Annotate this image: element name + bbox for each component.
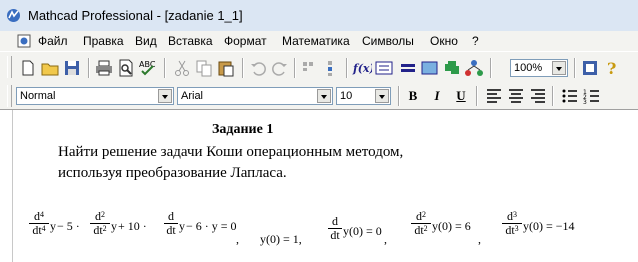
align-left-icon[interactable]: [484, 86, 504, 106]
svg-text:3: 3: [583, 99, 587, 106]
align-right-icon[interactable]: [528, 86, 548, 106]
y-term-2: y: [111, 219, 117, 233]
italic-button[interactable]: I: [428, 87, 446, 105]
align-down-icon[interactable]: [322, 58, 342, 78]
d-dt-fraction: d dt: [164, 210, 178, 237]
resource-center-icon[interactable]: [580, 58, 600, 78]
d4-dt4-fraction: d4 dt4: [29, 210, 49, 237]
d2-dt2-fraction: d2 dt2: [90, 210, 110, 237]
style-value: Normal: [20, 90, 56, 102]
ic3-d2-dt2-fraction: d2 dt2: [411, 210, 431, 237]
cut-icon[interactable]: [172, 58, 192, 78]
ic2-d-numerator: d: [332, 214, 338, 228]
insert-function-icon[interactable]: f(x): [352, 58, 372, 78]
open-folder-icon[interactable]: [40, 58, 60, 78]
ic4-d3-dt3-fraction: d3 dt3: [502, 210, 522, 237]
run-program-icon[interactable]: [464, 58, 484, 78]
formatting-toolbar: Normal Arial 10 B I U 123: [0, 83, 638, 110]
style-dropdown-icon[interactable]: [158, 89, 172, 103]
style-combo[interactable]: Normal: [16, 87, 174, 105]
mathcad-app-icon: [7, 9, 20, 22]
component-wizard-icon[interactable]: [442, 58, 462, 78]
paste-icon[interactable]: [216, 58, 236, 78]
svg-text:ABC: ABC: [139, 60, 156, 69]
print-preview-icon[interactable]: [116, 58, 136, 78]
menu-edit[interactable]: Правка: [83, 34, 124, 48]
numbered-list-icon[interactable]: 123: [582, 86, 602, 106]
y-term-3: y: [179, 219, 185, 233]
calculate-icon[interactable]: [398, 58, 418, 78]
menu-file[interactable]: Файл: [38, 34, 68, 48]
minus-6-term: − 6 · y = 0: [186, 219, 237, 233]
menu-view[interactable]: Вид: [135, 34, 157, 48]
ic4-value: y(0) = −14: [523, 219, 575, 233]
minus-5-operator: − 5 ·: [57, 219, 80, 233]
window-title: Mathcad Professional - [zadanie 1_1]: [28, 8, 243, 23]
bold-button[interactable]: B: [404, 87, 422, 105]
d2-numerator: d2: [95, 209, 105, 223]
redo-icon[interactable]: [270, 58, 290, 78]
ic2-value: y(0) = 0: [343, 224, 382, 238]
insert-unit-icon[interactable]: [374, 58, 394, 78]
new-file-icon[interactable]: [18, 58, 38, 78]
dt-denominator: dt: [164, 223, 178, 237]
format-toolbar-grip[interactable]: [7, 85, 12, 107]
menu-help[interactable]: ?: [472, 34, 479, 48]
font-size-value: 10: [340, 90, 353, 102]
task-heading[interactable]: Задание 1: [212, 122, 273, 138]
font-combo[interactable]: Arial: [177, 87, 333, 105]
ic3-denominator: dt2: [411, 223, 431, 237]
d-numerator: d: [168, 209, 174, 223]
bullet-list-icon[interactable]: [560, 86, 580, 106]
menu-bar: Файл Правка Вид Вставка Формат Математик…: [0, 31, 638, 51]
copy-icon[interactable]: [194, 58, 214, 78]
ic3-numerator: d2: [416, 209, 426, 223]
ic4-numerator: d3: [507, 209, 517, 223]
menu-math[interactable]: Математика: [282, 34, 350, 48]
worksheet-margin: [12, 110, 13, 262]
font-size-dropdown-icon[interactable]: [375, 89, 389, 103]
equation-comma-3: ,: [478, 232, 481, 246]
standard-toolbar: ABC f(x) 100% ?: [0, 51, 638, 84]
menu-window[interactable]: Окно: [430, 34, 458, 48]
insert-hyperlink-icon[interactable]: [420, 58, 440, 78]
save-icon[interactable]: [62, 58, 82, 78]
font-dropdown-icon[interactable]: [317, 89, 331, 103]
y-term-1: y: [50, 219, 56, 233]
menu-format[interactable]: Формат: [224, 34, 267, 48]
initial-condition-y0[interactable]: y(0) = 1,: [260, 232, 302, 247]
ic2-dt-denominator: dt: [328, 228, 342, 242]
align-center-icon[interactable]: [506, 86, 526, 106]
equation-comma-2: ,: [384, 232, 387, 246]
dt4-denominator: dt4: [29, 223, 49, 237]
equation-comma-1: ,: [236, 232, 239, 246]
svg-text:f(x): f(x): [352, 62, 372, 75]
dt2-denominator: dt2: [90, 223, 110, 237]
font-size-combo[interactable]: 10: [336, 87, 391, 105]
menu-symbols[interactable]: Символы: [362, 34, 414, 48]
toolbar-grip[interactable]: [7, 56, 12, 78]
help-icon[interactable]: ?: [602, 58, 622, 78]
ic4-denominator: dt3: [502, 223, 522, 237]
title-bar: Mathcad Professional - [zadanie 1_1]: [0, 0, 638, 32]
plus-10-operator: + 10 ·: [118, 219, 147, 233]
menu-insert[interactable]: Вставка: [168, 34, 213, 48]
align-across-icon[interactable]: [300, 58, 320, 78]
zoom-dropdown-icon[interactable]: [552, 61, 566, 75]
ic2-d-dt-fraction: d dt: [328, 215, 342, 242]
task-text-line-2[interactable]: используя преобразование Лапласа.: [58, 165, 287, 182]
document-icon[interactable]: [17, 34, 31, 48]
undo-icon[interactable]: [248, 58, 268, 78]
underline-button[interactable]: U: [452, 87, 470, 105]
print-icon[interactable]: [94, 58, 114, 78]
ic3-value: y(0) = 6: [432, 219, 471, 233]
d4-numerator: d4: [34, 209, 44, 223]
svg-text:?: ?: [607, 59, 616, 78]
zoom-combo[interactable]: 100%: [510, 59, 568, 77]
spell-check-icon[interactable]: ABC: [138, 58, 158, 78]
zoom-value: 100%: [514, 62, 543, 74]
task-text-line-1[interactable]: Найти решение задачи Коши операционным м…: [58, 144, 403, 161]
worksheet[interactable]: [0, 110, 638, 262]
font-value: Arial: [181, 90, 204, 102]
